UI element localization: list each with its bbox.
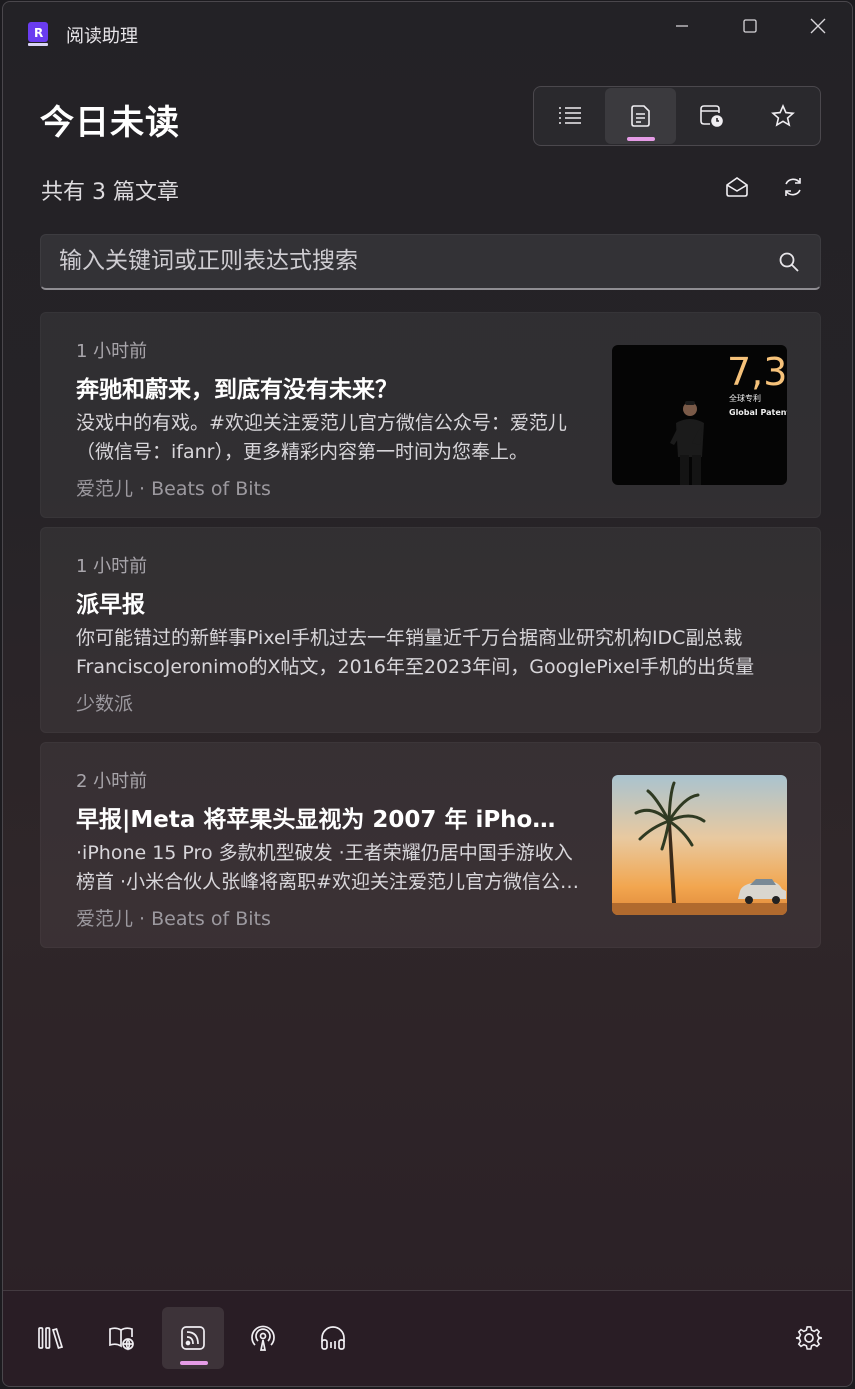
article-title[interactable]: 奔驰和蔚来，到底有没有未来？ [76, 370, 596, 404]
article-source: 爱范儿 · Beats of Bits [76, 908, 271, 930]
svg-text:Global Patent: Global Patent [729, 408, 787, 417]
list-icon [558, 107, 581, 124]
view-switcher [533, 86, 821, 146]
nav-library-button[interactable] [20, 1307, 82, 1369]
article-icon [630, 105, 650, 127]
active-tab-indicator [627, 137, 655, 141]
article-summary: ·iPhone 15 Pro 多款机型破发 ·王者荣耀仍居中国手游收入榜首 ·小… [76, 842, 580, 893]
close-icon [810, 18, 826, 34]
library-icon [38, 1327, 64, 1350]
svg-text:R: R [34, 26, 43, 40]
close-button[interactable] [795, 10, 841, 42]
article-source: 爱范儿 · Beats of Bits [76, 478, 271, 500]
bottom-navigation [3, 1290, 852, 1386]
headphones-icon [321, 1326, 345, 1350]
article-summary: 没戏中的有戏。#欢迎关注爱范儿官方微信公众号：爱范儿（微信号：ifanr），更多… [76, 412, 567, 463]
list-view-button[interactable] [534, 87, 605, 145]
minimize-button[interactable] [659, 10, 705, 42]
article-source: 少数派 [76, 693, 134, 715]
app-window: R 阅读助理 今日未读 共有 3 篇文章 输入关键词或正则表达式搜索 1 小时前… [2, 1, 853, 1387]
nav-audio-button[interactable] [302, 1307, 364, 1369]
svg-text:全球专利: 全球专利 [729, 393, 761, 403]
article-time: 1 小时前 [76, 341, 148, 362]
search-input[interactable] [59, 235, 759, 287]
article-card[interactable]: 2 小时前 早报|Meta 将苹果头显视为 2007 年 iPhone 时刻 ·… [40, 742, 821, 948]
active-nav-indicator [180, 1361, 208, 1365]
app-logo-icon: R [28, 22, 48, 46]
svg-text:7,30: 7,30 [727, 350, 787, 394]
search-icon [779, 252, 799, 272]
refresh-icon [785, 178, 801, 196]
timeline-view-button[interactable] [676, 87, 747, 145]
nav-web-reading-button[interactable] [91, 1307, 153, 1369]
calendar-clock-icon [699, 105, 723, 127]
app-title: 阅读助理 [66, 26, 138, 47]
favorites-view-button[interactable] [747, 87, 818, 145]
article-time: 2 小时前 [76, 771, 148, 792]
article-time: 1 小时前 [76, 556, 148, 577]
search-box [40, 234, 821, 290]
article-summary: 你可能错过的新鲜事Pixel手机过去一年销量近千万台据商业研究机构IDC副总裁F… [76, 627, 755, 678]
nav-podcast-button[interactable] [232, 1307, 294, 1369]
star-icon [770, 104, 795, 127]
article-title[interactable]: 派早报 [76, 585, 786, 619]
mark-all-read-button[interactable] [720, 172, 754, 202]
rss-icon [181, 1326, 205, 1350]
title-bar[interactable]: R 阅读助理 [3, 2, 852, 58]
article-view-button[interactable] [605, 88, 676, 144]
article-thumbnail: 7,30 全球专利 Global Patent [612, 345, 787, 485]
article-thumbnail [612, 775, 787, 915]
page-title: 今日未读 [40, 103, 180, 143]
refresh-button[interactable] [776, 172, 810, 202]
article-title[interactable]: 早报|Meta 将苹果头显视为 2007 年 iPhone 时刻 [76, 800, 571, 834]
podcast-icon [251, 1325, 275, 1351]
web-book-icon [109, 1327, 134, 1351]
settings-icon [795, 1326, 823, 1350]
search-button[interactable] [776, 249, 802, 275]
article-count: 共有 3 篇文章 [41, 180, 179, 205]
minimize-icon [676, 25, 688, 27]
settings-button[interactable] [778, 1307, 840, 1369]
maximize-icon [743, 19, 757, 33]
nav-rss-button[interactable] [162, 1307, 224, 1369]
maximize-button[interactable] [727, 10, 773, 42]
mail-open-icon [726, 177, 748, 197]
article-card[interactable]: 1 小时前 派早报 你可能错过的新鲜事Pixel手机过去一年销量近千万台据商业研… [40, 527, 821, 733]
article-card[interactable]: 1 小时前 奔驰和蔚来，到底有没有未来？ 没戏中的有戏。#欢迎关注爱范儿官方微信… [40, 312, 821, 518]
